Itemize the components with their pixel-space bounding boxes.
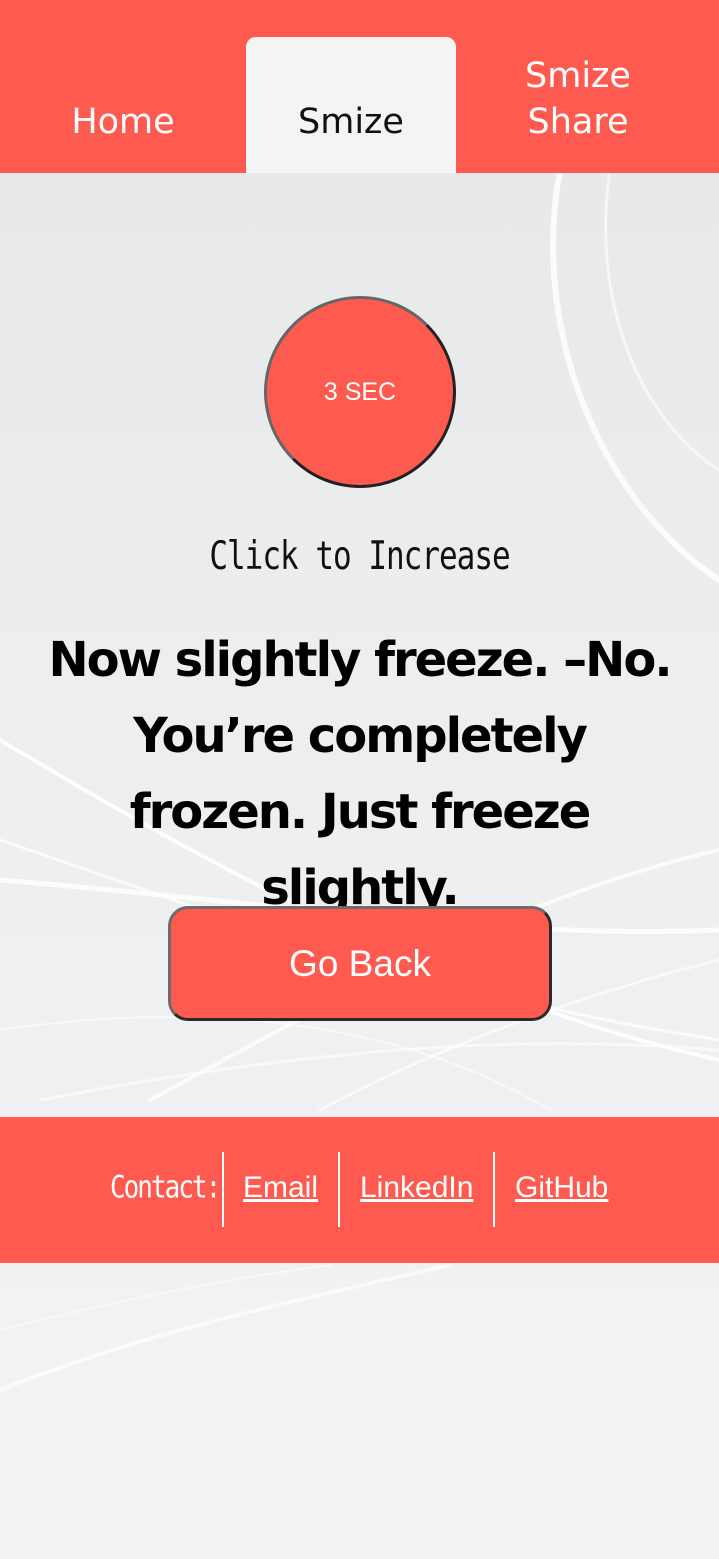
go-back-label: Go Back <box>289 942 431 984</box>
tab-home[interactable]: Home <box>18 37 228 173</box>
instruction-message: Now slightly freeze. –No. You’re complet… <box>48 632 672 916</box>
footer-divider <box>338 1152 340 1227</box>
github-link[interactable]: GitHub <box>515 1171 608 1205</box>
timer-hint: Click to Increase <box>209 534 510 579</box>
footer-divider <box>493 1152 495 1227</box>
timer-button[interactable]: 3 SEC <box>264 296 456 488</box>
contact-label: Contact: <box>110 1170 221 1206</box>
tab-smize[interactable]: Smize <box>246 37 456 173</box>
tab-smize-share[interactable]: Smize Share <box>473 37 683 173</box>
go-back-button[interactable]: Go Back <box>168 906 552 1021</box>
tab-smize-share-label: Smize Share <box>525 56 631 142</box>
footer-divider <box>222 1152 224 1227</box>
linkedin-link[interactable]: LinkedIn <box>360 1171 473 1205</box>
email-link[interactable]: Email <box>243 1171 318 1205</box>
tab-home-label: Home <box>71 102 175 142</box>
timer-label: 3 SEC <box>323 377 397 406</box>
tab-smize-label: Smize <box>298 102 404 142</box>
top-navigation: Home Smize Smize Share <box>0 0 719 173</box>
